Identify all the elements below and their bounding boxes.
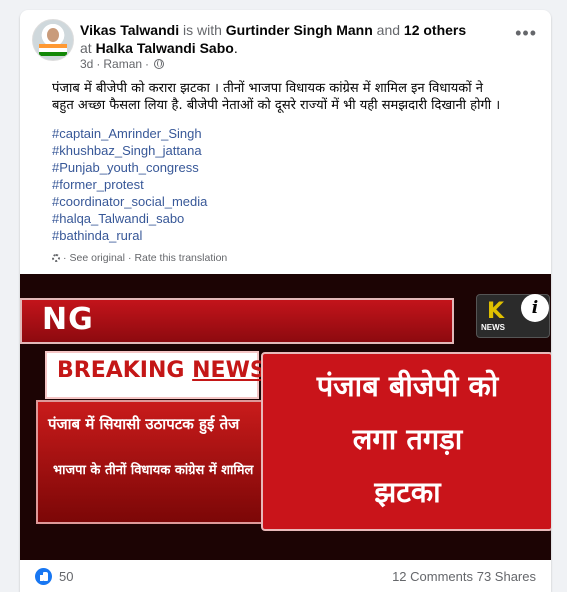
news-right-line: झटका bbox=[374, 475, 441, 509]
breaking-word: BREAKING bbox=[57, 358, 185, 383]
logo-letter: K bbox=[487, 299, 505, 324]
avatar-flag-green bbox=[39, 52, 67, 56]
translation-separator: · bbox=[63, 252, 67, 264]
more-options-button[interactable]: ••• bbox=[515, 24, 537, 42]
location-link[interactable]: Halka Talwandi Sabo bbox=[96, 40, 234, 56]
at-text: at bbox=[80, 40, 92, 56]
post-image[interactable]: NG K NEWS i BREAKING NEWS पंजाब में सिया… bbox=[20, 274, 551, 560]
post-meta: 3d · Raman · bbox=[80, 57, 165, 71]
news-left-headline: पंजाब में सियासी उठापटक हुई तेज bbox=[48, 415, 240, 433]
news-right-line: लगा तगड़ा bbox=[352, 422, 463, 456]
post-time[interactable]: 3d bbox=[80, 57, 93, 71]
hashtag-link[interactable]: #coordinator_social_media bbox=[52, 193, 207, 210]
info-icon[interactable]: i bbox=[521, 294, 549, 322]
post-header: Vikas Talwandi is with Gurtinder Singh M… bbox=[20, 10, 551, 71]
hashtag-link[interactable]: #captain_Amrinder_Singh bbox=[52, 125, 207, 142]
author-name[interactable]: Vikas Talwandi bbox=[80, 22, 179, 38]
post-text-line: पंजाब में बीजेपी को करारा झटका । तीनों भ… bbox=[52, 81, 483, 96]
avatar[interactable] bbox=[32, 19, 74, 61]
breaking-news-label: BREAKING NEWS bbox=[57, 358, 266, 383]
hashtag-link[interactable]: #former_protest bbox=[52, 176, 207, 193]
hashtag-link[interactable]: #halqa_Talwandi_sabo bbox=[52, 210, 207, 227]
post-text: पंजाब में बीजेपी को करारा झटका । तीनों भ… bbox=[52, 80, 540, 114]
post-title: Vikas Talwandi is with Gurtinder Singh M… bbox=[80, 21, 480, 57]
news-word: NEWS bbox=[192, 358, 266, 383]
globe-icon[interactable] bbox=[154, 59, 165, 69]
tagged-person[interactable]: Gurtinder Singh Mann bbox=[226, 22, 373, 38]
reactions-bar: 50 12 Comments 73 Shares bbox=[20, 560, 551, 592]
post-card: Vikas Talwandi is with Gurtinder Singh M… bbox=[20, 10, 551, 592]
location-period: . bbox=[233, 40, 238, 56]
hashtag-link[interactable]: #khushbaz_Singh_jattana bbox=[52, 142, 207, 159]
hashtag-list: #captain_Amrinder_Singh #khushbaz_Singh_… bbox=[52, 125, 207, 244]
translation-bar: · See original · Rate this translation bbox=[52, 252, 227, 264]
post-text-line: बहुत अच्छा फैसला लिया है. बीजेपी नेताओं … bbox=[52, 98, 501, 113]
hashtag-link[interactable]: #bathinda_rural bbox=[52, 227, 207, 244]
tagged-others[interactable]: 12 others bbox=[404, 22, 466, 38]
hashtag-link[interactable]: #Punjab_youth_congress bbox=[52, 159, 207, 176]
meta-separator: · bbox=[96, 57, 101, 71]
meta-separator-2: · bbox=[145, 57, 150, 71]
news-left-subheadline: भाजपा के तीनों विधायक कांग्रेस में शामिल bbox=[53, 463, 254, 478]
news-top-text: NG bbox=[42, 302, 94, 337]
translate-gear-icon[interactable] bbox=[52, 254, 60, 262]
post-place[interactable]: Raman bbox=[103, 57, 142, 71]
like-reaction-icon[interactable] bbox=[35, 568, 52, 585]
translation-separator-2: · bbox=[127, 252, 132, 264]
and-text: and bbox=[376, 22, 401, 38]
see-original-link[interactable]: See original bbox=[70, 252, 125, 264]
rate-translation-link[interactable]: Rate this translation bbox=[134, 252, 227, 264]
logo-news-text: NEWS bbox=[481, 323, 505, 332]
with-text: is with bbox=[182, 22, 222, 38]
avatar-face bbox=[47, 28, 59, 42]
news-right-headline: पंजाब बीजेपी को लगा तगड़ा झटका bbox=[270, 360, 545, 519]
shares-count[interactable]: 73 Shares bbox=[477, 569, 536, 584]
comments-count[interactable]: 12 Comments bbox=[392, 569, 473, 584]
news-right-line: पंजाब बीजेपी को bbox=[316, 369, 499, 403]
reaction-count[interactable]: 50 bbox=[59, 569, 73, 584]
